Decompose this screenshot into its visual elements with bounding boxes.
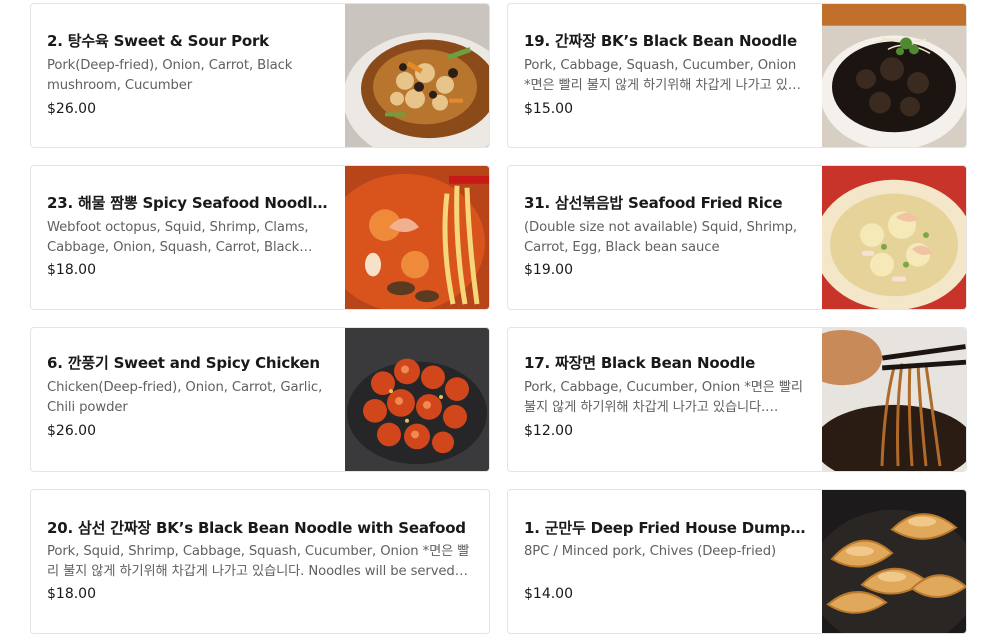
menu-item-info: 23. 해물 짬뽕 Spicy Seafood Noodle Soup Webf…: [47, 166, 329, 309]
seafood-noodle-soup-photo: [345, 166, 489, 309]
menu-item-name: 2. 탕수육 Sweet & Sour Pork: [47, 32, 269, 50]
menu-item-price: $14.00: [524, 586, 573, 602]
menu-item-name: 6. 깐풍기 Sweet and Spicy Chicken: [47, 354, 320, 372]
jjajangmyeon-photo: [822, 328, 966, 471]
menu-item-card-black-bean-noodle[interactable]: 17. 짜장면 Black Bean Noodle Pork, Cabbage,…: [507, 327, 967, 472]
menu-item-info: 1. 군만두 Deep Fried House Dumplings (8) 8P…: [524, 490, 806, 633]
menu-item-card-sweet-sour-pork[interactable]: 2. 탕수육 Sweet & Sour Pork Pork(Deep-fried…: [30, 3, 490, 148]
seafood-fried-rice-photo: [822, 166, 966, 309]
menu-item-description: Pork, Cabbage, Squash, Cucumber, Onion *…: [524, 58, 800, 93]
spicy-chicken-photo: [345, 328, 489, 471]
menu-item-name: 31. 삼선볶음밥 Seafood Fried Rice: [524, 194, 783, 212]
menu-item-info: 6. 깐풍기 Sweet and Spicy Chicken Chicken(D…: [47, 328, 329, 471]
menu-item-card-fried-dumplings[interactable]: 1. 군만두 Deep Fried House Dumplings (8) 8P…: [507, 489, 967, 634]
menu-item-price: $18.00: [47, 586, 96, 602]
menu-item-info: 31. 삼선볶음밥 Seafood Fried Rice (Double siz…: [524, 166, 806, 309]
menu-item-card-bk-black-bean-noodle-seafood[interactable]: 20. 삼선 간짜장 BK’s Black Bean Noodle with S…: [30, 489, 490, 634]
menu-item-description: Pork(Deep-fried), Onion, Carrot, Black m…: [47, 58, 293, 93]
menu-item-description: Webfoot octopus, Squid, Shrimp, Clams, C…: [47, 220, 309, 255]
fried-dumplings-photo: [822, 490, 966, 633]
menu-item-price: $15.00: [524, 101, 573, 117]
menu-item-price: $12.00: [524, 423, 573, 439]
menu-item-info: 19. 간짜장 BK’s Black Bean Noodle Pork, Cab…: [524, 4, 806, 147]
menu-item-description: Chicken(Deep-fried), Onion, Carrot, Garl…: [47, 380, 323, 415]
menu-item-info: 20. 삼선 간짜장 BK’s Black Bean Noodle with S…: [47, 490, 473, 633]
menu-item-price: $26.00: [47, 101, 96, 117]
menu-item-description: Pork, Cabbage, Cucumber, Onion *면은 빨리 불지…: [524, 380, 803, 415]
menu-item-price: $18.00: [47, 262, 96, 278]
menu-item-card-spicy-seafood-noodle-soup[interactable]: 23. 해물 짬뽕 Spicy Seafood Noodle Soup Webf…: [30, 165, 490, 310]
menu-item-info: 2. 탕수육 Sweet & Sour Pork Pork(Deep-fried…: [47, 4, 329, 147]
menu-item-info: 17. 짜장면 Black Bean Noodle Pork, Cabbage,…: [524, 328, 806, 471]
menu-item-card-seafood-fried-rice[interactable]: 31. 삼선볶음밥 Seafood Fried Rice (Double siz…: [507, 165, 967, 310]
menu-item-name: 20. 삼선 간짜장 BK’s Black Bean Noodle with S…: [47, 519, 466, 537]
menu-item-name: 1. 군만두 Deep Fried House Dumplings (8): [524, 519, 806, 537]
menu-item-name: 19. 간짜장 BK’s Black Bean Noodle: [524, 32, 797, 50]
menu-item-card-bk-black-bean-noodle[interactable]: 19. 간짜장 BK’s Black Bean Noodle Pork, Cab…: [507, 3, 967, 148]
menu-item-description: 8PC / Minced pork, Chives (Deep-fried): [524, 544, 777, 559]
menu-item-price: $26.00: [47, 423, 96, 439]
menu-item-card-sweet-spicy-chicken[interactable]: 6. 깐풍기 Sweet and Spicy Chicken Chicken(D…: [30, 327, 490, 472]
menu-item-name: 23. 해물 짬뽕 Spicy Seafood Noodle Soup: [47, 194, 329, 212]
black-bean-noodle-photo: [822, 4, 966, 147]
menu-item-description: (Double size not available) Squid, Shrim…: [524, 220, 798, 255]
menu-item-price: $19.00: [524, 262, 573, 278]
sweet-sour-pork-photo: [345, 4, 489, 147]
menu-item-name: 17. 짜장면 Black Bean Noodle: [524, 354, 756, 372]
menu-item-description: Pork, Squid, Shrimp, Cabbage, Squash, Cu…: [47, 544, 470, 579]
